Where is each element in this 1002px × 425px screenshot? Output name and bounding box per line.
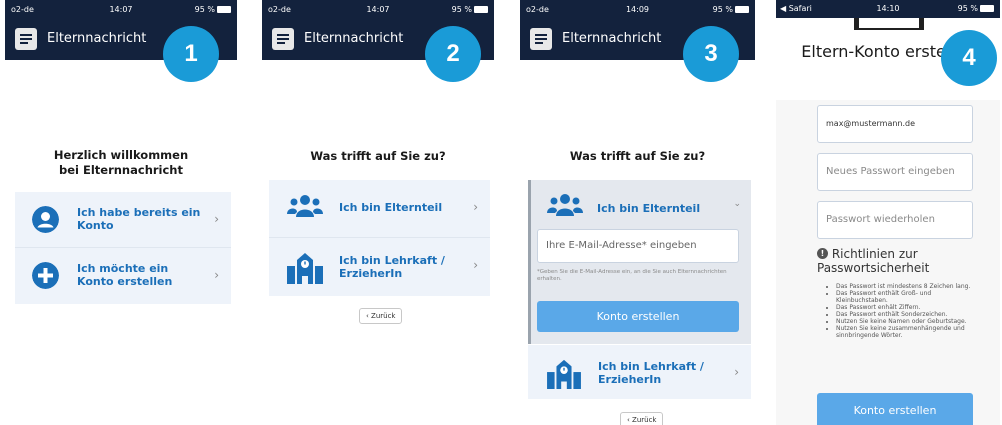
have-account-label: Ich habe bereits ein Konto (77, 206, 201, 232)
school-icon (287, 253, 323, 284)
account-options: Ich habe bereits ein Konto › Ich möchte … (15, 192, 231, 304)
step-badge: 3 (683, 26, 739, 82)
menu-icon[interactable] (272, 28, 294, 50)
repeat-password-field[interactable]: Passwort wiederholen (817, 201, 973, 239)
password-rules-list: Das Passwort ist mindestens 8 Zeichen la… (836, 283, 971, 339)
create-account-label: Ich möchte ein Konto erstellen (77, 262, 173, 288)
battery-icon (980, 5, 994, 12)
email-input[interactable]: Ihre E-Mail-Adresse* eingeben (537, 229, 739, 263)
teacher-option-list: Ich bin Lehrkaft / ErzieherIn › (528, 345, 751, 399)
rule-item: Das Passwort enthält Sonderzeichen. (836, 311, 971, 318)
rule-item: Das Passwort ist mindestens 8 Zeichen la… (836, 283, 971, 290)
role-question-title: Was trifft auf Sie zu? (569, 149, 706, 163)
chevron-right-icon: › (214, 268, 219, 282)
rules-title-text: Richtlinien zur Passwortsicherheit (817, 247, 930, 275)
new-password-field[interactable]: Neues Passwort eingeben (817, 153, 973, 191)
status-bar: o2-de 14:07 95 % (5, 0, 237, 18)
step-badge: 4 (941, 30, 997, 86)
battery-level: 95 % (712, 5, 733, 14)
school-icon (547, 359, 581, 389)
app-title: Elternnachricht (47, 31, 147, 46)
phone-screen-2: o2-de 14:07 95 % Elternnachricht 2 Was t… (262, 0, 494, 425)
teacher-label: Ich bin Lehrkaft / ErzieherIn (339, 254, 445, 280)
rule-item: Das Passwort enhält Ziffern. (836, 304, 971, 311)
parent-option-expanded: Ich bin Elternteil ⌄ Ihre E-Mail-Adresse… (528, 180, 751, 344)
back-button[interactable]: ‹ Zurück (359, 308, 403, 324)
chevron-right-icon: › (734, 365, 739, 379)
teacher-label: Ich bin Lehrkaft / ErzieherIn (598, 360, 704, 386)
parent-label: Ich bin Elternteil (339, 201, 443, 214)
user-icon (32, 206, 59, 233)
users-icon (287, 195, 323, 217)
create-account-button[interactable]: Konto erstellen (817, 393, 973, 425)
parent-option-header[interactable]: Ich bin Elternteil ⌄ (531, 180, 751, 225)
battery-indicator: 95 % (713, 5, 749, 14)
email-hint: *Geben Sie die E-Mail-Adresse ein, an di… (537, 269, 727, 282)
phone-screen-1: o2-de 14:07 95 % Elternnachricht 1 Herzl… (5, 0, 237, 425)
welcome-title: Herzlich willkommen bei Elternnachricht (53, 148, 189, 177)
phone-screen-4: ◀ Safari 14:10 95 % Eltern-Konto erstell… (776, 0, 1000, 425)
status-bar: o2-de 14:09 95 % (520, 0, 755, 18)
chevron-down-icon: ⌄ (733, 199, 741, 209)
plus-icon (32, 262, 59, 289)
battery-level: 95 % (451, 5, 472, 14)
battery-indicator: 95 % (452, 5, 488, 14)
parent-label: Ich bin Elternteil (597, 202, 701, 215)
back-button[interactable]: ‹ Zurück (620, 412, 664, 425)
password-rules-title: ! Richtlinien zur Passwortsicherheit (817, 247, 987, 275)
form-area: max@mustermann.de Neues Passwort eingebe… (776, 100, 1000, 425)
role-options: Ich bin Elternteil › Ich bin Lehrkaft / … (269, 180, 490, 296)
app-title: Elternnachricht (304, 31, 404, 46)
rule-item: Das Passwort enthält Groß- und Kleinbuch… (836, 290, 971, 304)
have-account-option[interactable]: Ich habe bereits ein Konto › (15, 192, 231, 248)
battery-icon (217, 6, 231, 13)
rule-item: Nutzen Sie keine Namen oder Geburtstage. (836, 318, 971, 325)
status-bar: ◀ Safari 14:10 95 % (776, 0, 1000, 18)
info-icon: ! (817, 248, 828, 259)
phone-screen-3: o2-de 14:09 95 % Elternnachricht 3 Was t… (520, 0, 755, 425)
email-field[interactable]: max@mustermann.de (817, 105, 973, 143)
chevron-right-icon: › (214, 212, 219, 226)
teacher-option[interactable]: Ich bin Lehrkaft / ErzieherIn › (269, 238, 490, 296)
status-bar: o2-de 14:07 95 % (262, 0, 494, 18)
role-question-title: Was trifft auf Sie zu? (310, 149, 446, 163)
battery-level: 95 % (194, 5, 215, 14)
menu-icon[interactable] (15, 28, 37, 50)
chevron-right-icon: › (473, 258, 478, 272)
users-icon (547, 194, 583, 216)
battery-indicator: 95 % (958, 4, 994, 13)
step-badge: 1 (163, 26, 219, 82)
parent-option[interactable]: Ich bin Elternteil › (269, 180, 490, 238)
battery-icon (735, 6, 749, 13)
menu-icon[interactable] (530, 28, 552, 50)
create-account-button[interactable]: Konto erstellen (537, 301, 739, 332)
teacher-option[interactable]: Ich bin Lehrkaft / ErzieherIn › (528, 345, 751, 399)
laptop-illustration (854, 18, 924, 30)
create-account-option[interactable]: Ich möchte ein Konto erstellen › (15, 248, 231, 304)
battery-indicator: 95 % (195, 5, 231, 14)
battery-level: 95 % (957, 4, 978, 13)
app-title: Elternnachricht (562, 31, 662, 46)
step-badge: 2 (425, 26, 481, 82)
rule-item: Nutzen Sie keine zusammenhängende und si… (836, 325, 971, 339)
chevron-right-icon: › (473, 200, 478, 214)
battery-icon (474, 6, 488, 13)
